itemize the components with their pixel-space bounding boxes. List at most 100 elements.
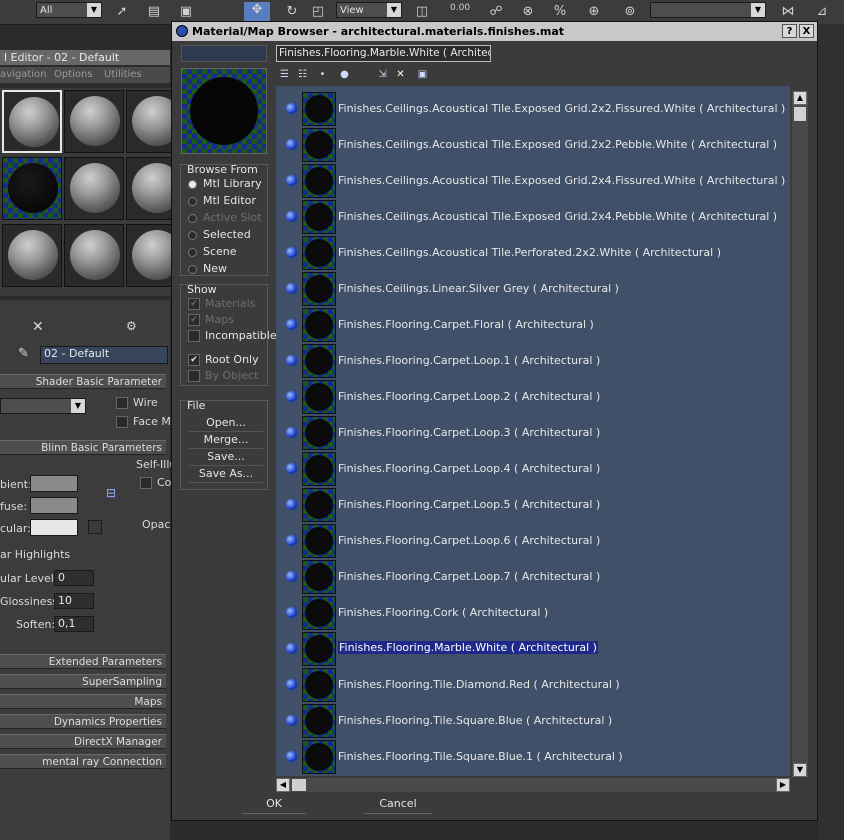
- list-item[interactable]: Finishes.Flooring.Carpet.Floral ( Archit…: [276, 307, 790, 343]
- list-item[interactable]: Finishes.Flooring.Carpet.Loop.6 ( Archit…: [276, 523, 790, 559]
- scroll-down-icon[interactable]: ▼: [793, 763, 807, 777]
- shader-type-dropdown[interactable]: ▼: [0, 398, 86, 414]
- browse-new-radio[interactable]: New: [188, 262, 227, 275]
- view-list-icons-icon[interactable]: ☷: [296, 68, 309, 81]
- list-item[interactable]: Finishes.Ceilings.Acoustical Tile.Expose…: [276, 199, 790, 235]
- clear-library-icon[interactable]: ▣: [416, 68, 429, 81]
- rollout-extended-parameters[interactable]: Extended Parameters: [0, 654, 166, 669]
- list-item[interactable]: Finishes.Flooring.Cork ( Architectural ): [276, 595, 790, 631]
- list-item[interactable]: Finishes.Flooring.Carpet.Loop.3 ( Archit…: [276, 415, 790, 451]
- browse-scene-radio[interactable]: Scene: [188, 245, 237, 258]
- named-selection-dropdown[interactable]: ▼: [650, 2, 766, 18]
- rollout-directx-manager[interactable]: DirectX Manager: [0, 734, 166, 749]
- menu-options[interactable]: Options: [54, 67, 93, 83]
- ok-button[interactable]: OK: [242, 795, 306, 814]
- rotate-icon[interactable]: ↻: [284, 4, 300, 20]
- list-item[interactable]: Finishes.Flooring.Tile.Square.Blue.1 ( A…: [276, 739, 790, 775]
- list-item[interactable]: Finishes.Flooring.Carpet.Loop.1 ( Archit…: [276, 343, 790, 379]
- region-select-icon[interactable]: ▣: [178, 4, 194, 20]
- specular-level-spinner[interactable]: 0: [54, 570, 94, 586]
- menu-utilities[interactable]: Utilities: [104, 67, 142, 83]
- pivot-icon[interactable]: ◫: [414, 4, 430, 20]
- rollout-maps[interactable]: Maps: [0, 694, 166, 709]
- merge-button[interactable]: Merge...: [189, 432, 263, 449]
- list-item[interactable]: Finishes.Flooring.Marble.White ( Archite…: [276, 631, 790, 667]
- specular-swatch[interactable]: [30, 519, 78, 536]
- show-incompatible-checkbox[interactable]: Incompatible: [188, 329, 277, 342]
- diffuse-swatch[interactable]: [30, 497, 78, 514]
- wire-checkbox[interactable]: Wire: [116, 396, 158, 409]
- sample-slot[interactable]: [64, 224, 124, 287]
- material-id-icon[interactable]: ⚙: [126, 319, 137, 333]
- list-item[interactable]: Finishes.Flooring.Carpet.Loop.4 ( Archit…: [276, 451, 790, 487]
- scroll-left-icon[interactable]: ◀: [276, 778, 290, 792]
- delete-icon[interactable]: ✕: [32, 319, 44, 335]
- sample-slot[interactable]: [2, 90, 62, 153]
- select-by-name-icon[interactable]: ▤: [146, 4, 162, 20]
- list-item[interactable]: Finishes.Ceilings.Acoustical Tile.Perfor…: [276, 235, 790, 271]
- rollout-mental-ray-connection[interactable]: mental ray Connection: [0, 754, 166, 769]
- horizontal-scroll-thumb[interactable]: [292, 779, 306, 791]
- browse-mtl-library-radio[interactable]: Mtl Library: [188, 177, 262, 190]
- list-item[interactable]: Finishes.Ceilings.Acoustical Tile.Expose…: [276, 163, 790, 199]
- material-name-field[interactable]: 02 - Default: [40, 346, 168, 364]
- sample-slot[interactable]: [126, 224, 182, 287]
- browse-mtl-editor-radio[interactable]: Mtl Editor: [188, 194, 256, 207]
- view-large-icons-icon[interactable]: ●: [338, 68, 351, 81]
- sample-slot[interactable]: [64, 90, 124, 153]
- glossiness-spinner[interactable]: 10: [54, 593, 94, 609]
- reference-coord-dropdown[interactable]: View ▼: [336, 2, 402, 18]
- list-item[interactable]: Finishes.Ceilings.Acoustical Tile.Expose…: [276, 91, 790, 127]
- rollout-supersampling[interactable]: SuperSampling: [0, 674, 166, 689]
- ambient-swatch[interactable]: [30, 475, 78, 492]
- sample-slot[interactable]: [126, 90, 182, 153]
- sample-slot-active[interactable]: [2, 157, 62, 220]
- sample-slot[interactable]: [2, 224, 62, 287]
- list-item[interactable]: Finishes.Flooring.Tile.Square.Blue ( Arc…: [276, 703, 790, 739]
- root-only-checkbox[interactable]: ✔ Root Only: [188, 353, 259, 366]
- help-button[interactable]: ?: [782, 24, 797, 38]
- specular-map-button[interactable]: [88, 520, 102, 534]
- list-item[interactable]: Finishes.Flooring.Carpet.Loop.2 ( Archit…: [276, 379, 790, 415]
- move-icon[interactable]: ✥: [244, 2, 270, 22]
- align-icon[interactable]: ⊿: [814, 4, 830, 20]
- list-item[interactable]: Finishes.Flooring.Carpet.Loop.7 ( Archit…: [276, 559, 790, 595]
- edit-named-sets-icon[interactable]: ⊚: [622, 4, 638, 20]
- selection-filter-dropdown[interactable]: All ▼: [36, 2, 102, 18]
- rollout-blinn-basic[interactable]: Blinn Basic Parameters: [0, 440, 166, 455]
- select-arrow-icon[interactable]: ➚: [114, 4, 130, 20]
- update-scene-materials-icon[interactable]: ⇲: [376, 68, 389, 81]
- angle-snap-icon[interactable]: ⊗: [520, 4, 536, 20]
- vertical-scroll-thumb[interactable]: [794, 107, 806, 121]
- sample-slot[interactable]: [64, 157, 124, 220]
- list-item[interactable]: Finishes.Flooring.Tile.Diamond.Red ( Arc…: [276, 667, 790, 703]
- spinner-snap-icon[interactable]: ⊕: [586, 4, 602, 20]
- mirror-icon[interactable]: ⋈: [780, 4, 796, 20]
- self-illum-color-checkbox[interactable]: Col: [140, 476, 174, 489]
- list-item[interactable]: Finishes.Ceilings.Linear.Silver Grey ( A…: [276, 271, 790, 307]
- scale-icon[interactable]: ◰: [310, 4, 326, 20]
- list-item[interactable]: Finishes.Ceilings.Acoustical Tile.Expose…: [276, 127, 790, 163]
- vertical-scrollbar[interactable]: ▲ ▼: [792, 91, 808, 777]
- save-as-button[interactable]: Save As...: [189, 466, 263, 483]
- eyedropper-icon[interactable]: ✎: [18, 346, 29, 361]
- delete-from-library-icon[interactable]: ✕: [394, 68, 407, 81]
- browse-selected-radio[interactable]: Selected: [188, 228, 251, 241]
- horizontal-scrollbar[interactable]: ◀ ▶: [276, 778, 790, 792]
- rollout-dynamics-properties[interactable]: Dynamics Properties: [0, 714, 166, 729]
- sample-slot[interactable]: [126, 157, 182, 220]
- path-field[interactable]: Finishes.Flooring.Marble.White ( Archite…: [276, 45, 491, 62]
- save-button[interactable]: Save...: [189, 449, 263, 466]
- close-button[interactable]: X: [799, 24, 814, 38]
- menu-navigation[interactable]: avigation: [0, 67, 46, 83]
- open-button[interactable]: Open...: [189, 415, 263, 432]
- scroll-up-icon[interactable]: ▲: [793, 91, 807, 105]
- face-map-checkbox[interactable]: Face M: [116, 415, 171, 428]
- cancel-button[interactable]: Cancel: [364, 795, 432, 814]
- view-list-icon[interactable]: ☰: [278, 68, 291, 81]
- soften-spinner[interactable]: 0,1: [54, 616, 94, 632]
- view-small-icons-icon[interactable]: •: [316, 68, 329, 81]
- lock-icon[interactable]: ⊟: [106, 486, 116, 500]
- scroll-right-icon[interactable]: ▶: [776, 778, 790, 792]
- list-item[interactable]: Finishes.Flooring.Carpet.Loop.5 ( Archit…: [276, 487, 790, 523]
